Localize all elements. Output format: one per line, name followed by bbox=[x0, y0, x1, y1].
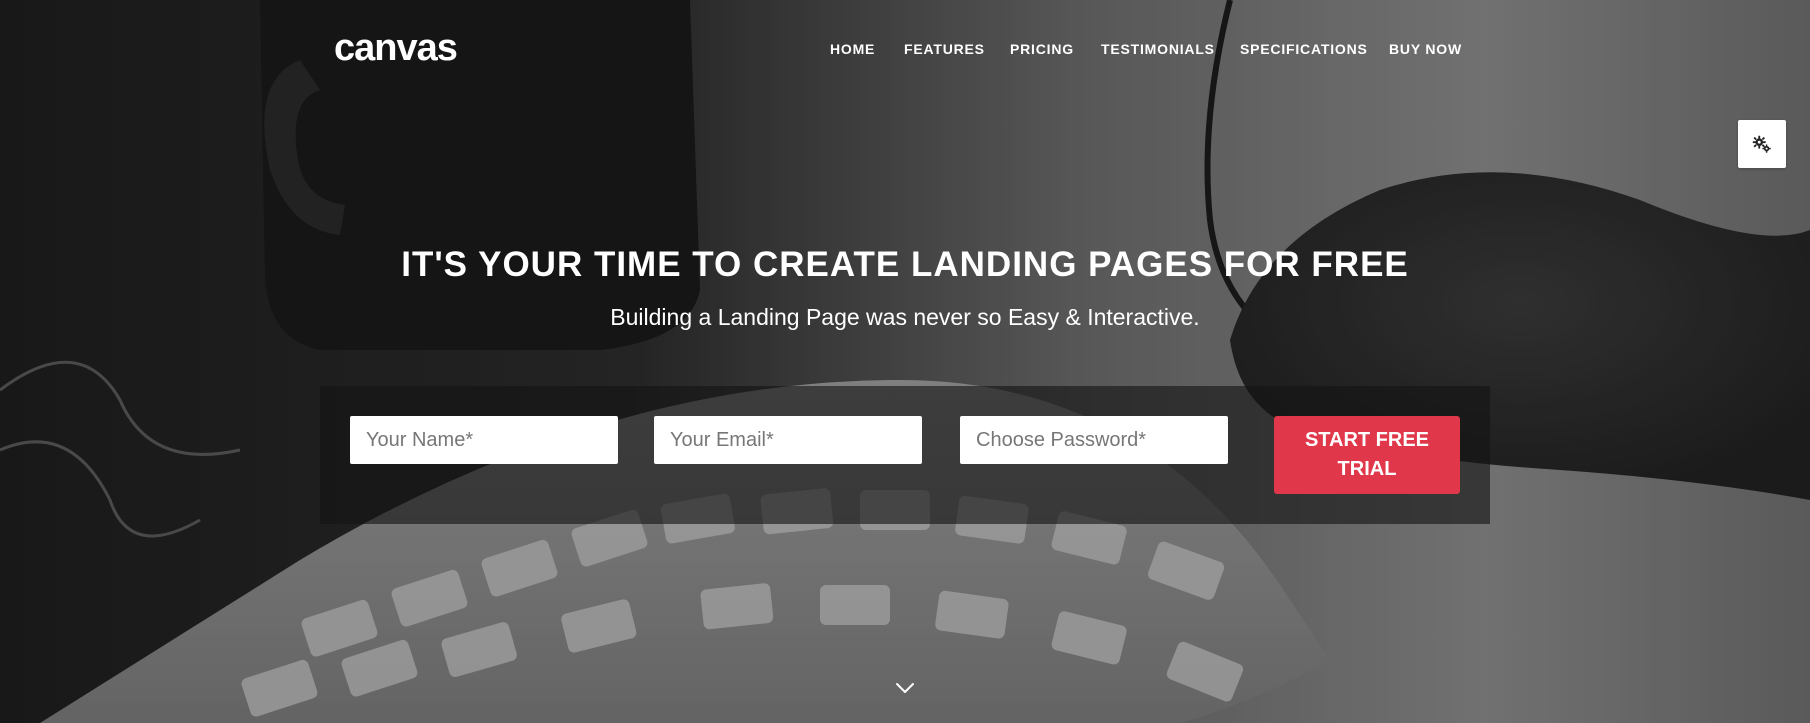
main-nav: HOME FEATURES PRICING TESTIMONIALS SPECI… bbox=[0, 38, 1810, 60]
name-input[interactable] bbox=[350, 416, 618, 464]
hero-overlay bbox=[0, 0, 1810, 723]
hero-section: canvas HOME FEATURES PRICING TESTIMONIAL… bbox=[0, 0, 1810, 723]
nav-item-buy-now[interactable]: BUY NOW bbox=[1389, 38, 1462, 60]
settings-button[interactable] bbox=[1738, 120, 1786, 168]
nav-item-features[interactable]: FEATURES bbox=[904, 38, 985, 60]
start-free-trial-button[interactable]: START FREE TRIAL bbox=[1274, 416, 1460, 494]
nav-item-pricing[interactable]: PRICING bbox=[1010, 38, 1074, 60]
chevron-down-icon bbox=[896, 683, 914, 693]
nav-item-testimonials[interactable]: TESTIMONIALS bbox=[1101, 38, 1215, 60]
nav-item-home[interactable]: HOME bbox=[830, 38, 875, 60]
page-subheadline: Building a Landing Page was never so Eas… bbox=[610, 304, 1200, 330]
email-input[interactable] bbox=[654, 416, 922, 464]
nav-item-specifications[interactable]: SPECIFICATIONS bbox=[1240, 38, 1368, 60]
scroll-down-button[interactable] bbox=[893, 676, 917, 700]
password-input[interactable] bbox=[960, 416, 1228, 464]
gears-icon bbox=[1752, 135, 1771, 153]
signup-form: START FREE TRIAL bbox=[320, 386, 1490, 524]
page-headline: IT'S YOUR TIME TO CREATE LANDING PAGES F… bbox=[401, 245, 1409, 284]
